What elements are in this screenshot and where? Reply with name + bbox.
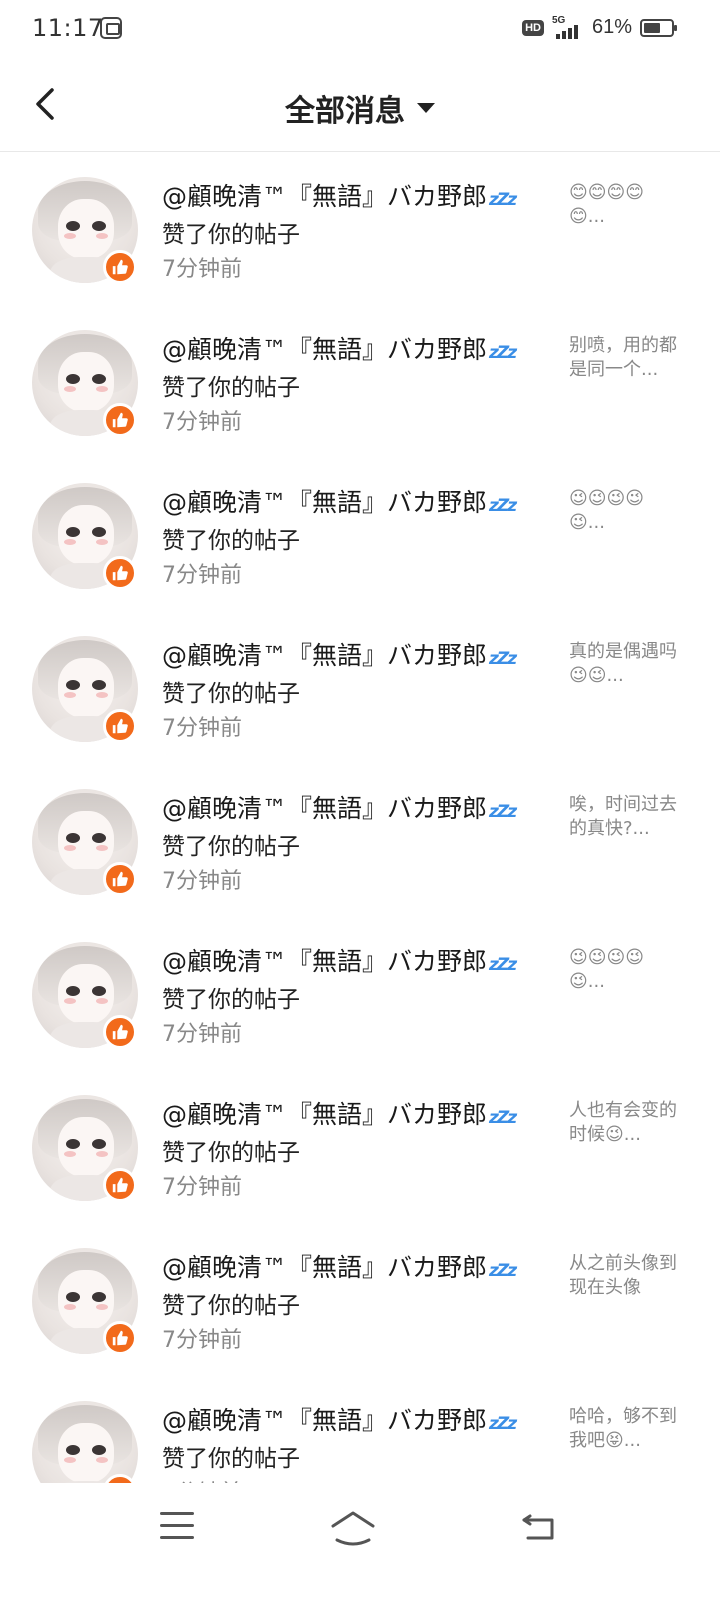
post-preview[interactable]: 别喷，用的都是同一个...	[569, 334, 677, 382]
message-list-item[interactable]: @顧晚清™『無語』バカ野郎zZz 赞了你的帖子 7分钟前 哈哈，够不到我吧😝...	[0, 1377, 720, 1483]
caret-down-icon[interactable]	[417, 103, 435, 113]
status-bar: 11:17 HD 5G 61%	[0, 0, 720, 60]
thumbs-up-icon	[103, 709, 137, 743]
action-text: 赞了你的帖子	[162, 987, 300, 1013]
timestamp: 7分钟前	[162, 1022, 242, 1047]
post-preview[interactable]: 😉😉😉😉😉...	[569, 946, 677, 994]
user-name-text[interactable]: @顧晚清™『無語』バカ野郎	[162, 335, 487, 364]
status-indicators: HD 5G 61%	[522, 15, 677, 39]
signal-icon: 5G	[552, 15, 584, 39]
zzz-icon: zZz	[489, 190, 517, 210]
message-list-item[interactable]: @顧晚清™『無語』バカ野郎 zZz 赞了你的帖子 7分钟前 从之前头像到现在头像	[0, 1224, 720, 1377]
action-text: 赞了你的帖子	[162, 681, 300, 707]
message-list-item[interactable]: @顧晚清™『無語』バカ野郎 zZz 赞了你的帖子 7分钟前 别喷，用的都是同一个...	[0, 306, 720, 459]
user-name-text[interactable]: @顧晚清™『無語』バカ野郎	[162, 182, 487, 211]
zzz-icon: zZz	[489, 802, 517, 822]
post-preview[interactable]: 😉😉😉😉😉...	[569, 487, 677, 535]
user-name-text[interactable]: @顧晚清™『無語』バカ野郎	[162, 947, 487, 976]
timestamp: 7分钟前	[162, 1475, 242, 1483]
post-preview[interactable]: 从之前头像到现在头像	[569, 1252, 677, 1300]
action-text: 赞了你的帖子	[162, 1446, 300, 1472]
thumbs-up-icon	[103, 1321, 137, 1355]
battery-icon	[640, 18, 677, 37]
message-list-item[interactable]: @顧晚清™『無語』バカ野郎 zZz 赞了你的帖子 7分钟前 😉😉😉😉😉...	[0, 918, 720, 1071]
header: 全部消息	[0, 60, 720, 152]
header-title-dropdown[interactable]: 全部消息	[0, 86, 720, 130]
thumbs-up-icon	[103, 862, 137, 896]
post-preview[interactable]: 人也有会变的时候😉...	[569, 1099, 677, 1147]
user-name[interactable]: @顧晚清™『無語』バカ野郎 zZz	[162, 483, 517, 519]
action-text: 赞了你的帖子	[162, 1293, 300, 1319]
timestamp: 7分钟前	[162, 257, 242, 282]
message-list-item[interactable]: @顧晚清™『無語』バカ野郎 zZz 赞了你的帖子 7分钟前 真的是偶遇吗😉😉...	[0, 612, 720, 765]
timestamp: 7分钟前	[162, 1328, 242, 1353]
thumbs-up-icon	[103, 403, 137, 437]
user-name[interactable]: @顧晚清™『無語』バカ野郎 zZz	[162, 177, 517, 213]
timestamp: 7分钟前	[162, 716, 242, 741]
action-text: 赞了你的帖子	[162, 834, 300, 860]
zzz-icon: zZz	[489, 1261, 517, 1281]
zzz-icon: zZz	[489, 496, 517, 516]
back-icon[interactable]	[520, 1510, 558, 1544]
user-name[interactable]: @顧晚清™『無語』バカ野郎 zZz	[162, 942, 517, 978]
home-icon[interactable]	[329, 1508, 377, 1548]
thumbs-up-icon	[103, 1168, 137, 1202]
action-text: 赞了你的帖子	[162, 222, 300, 248]
bottom-navigation-bar	[0, 1484, 720, 1600]
action-text: 赞了你的帖子	[162, 1140, 300, 1166]
zzz-icon: zZz	[489, 955, 517, 975]
user-name[interactable]: @顧晚清™『無語』バカ野郎 zZz	[162, 789, 517, 825]
hd-badge: HD	[522, 19, 544, 36]
user-name[interactable]: @顧晚清™『無語』バカ野郎 zZz	[162, 1401, 517, 1437]
post-preview[interactable]: 哈哈，够不到我吧😝...	[569, 1405, 677, 1453]
timestamp: 7分钟前	[162, 1175, 242, 1200]
status-time: 11:17	[32, 14, 104, 42]
post-preview[interactable]: 唉，时间过去的真快?...	[569, 793, 677, 841]
zzz-icon: zZz	[489, 343, 517, 363]
timestamp: 7分钟前	[162, 563, 242, 588]
thumbs-up-icon	[103, 1015, 137, 1049]
post-preview[interactable]: 😊😊😊😊😊...	[569, 181, 677, 229]
avatar[interactable]	[32, 1401, 138, 1483]
page-title[interactable]: 全部消息	[285, 94, 405, 129]
action-text: 赞了你的帖子	[162, 375, 300, 401]
thumbs-up-icon	[103, 556, 137, 590]
message-list-item[interactable]: @顧晚清™『無語』バカ野郎 zZz 赞了你的帖子 7分钟前 😉😉😉😉😉...	[0, 459, 720, 612]
message-list[interactable]: @顧晚清™『無語』バカ野郎 zZz 赞了你的帖子 7分钟前 😊😊😊😊😊... @顧晚清™『…	[0, 153, 720, 1483]
zzz-icon: zZz	[489, 649, 517, 669]
timestamp: 7分钟前	[162, 869, 242, 894]
screenshot-app-icon	[100, 17, 122, 39]
battery-percent: 61%	[591, 16, 632, 38]
message-list-item[interactable]: @顧晚清™『無語』バカ野郎 zZz 赞了你的帖子 7分钟前 😊😊😊😊😊...	[0, 153, 720, 306]
user-name-text[interactable]: @顧晚清™『無語』バカ野郎	[162, 1253, 487, 1282]
zzz-icon: zZz	[489, 1414, 517, 1434]
user-name-text[interactable]: @顧晚清™『無語』バカ野郎	[162, 794, 487, 823]
timestamp: 7分钟前	[162, 410, 242, 435]
user-name[interactable]: @顧晚清™『無語』バカ野郎 zZz	[162, 636, 517, 672]
action-text: 赞了你的帖子	[162, 528, 300, 554]
user-name[interactable]: @顧晚清™『無語』バカ野郎 zZz	[162, 1095, 517, 1131]
user-name-text[interactable]: @顧晚清™『無語』バカ野郎	[162, 488, 487, 517]
user-name[interactable]: @顧晚清™『無語』バカ野郎 zZz	[162, 330, 517, 366]
thumbs-up-icon	[103, 250, 137, 284]
menu-icon[interactable]	[160, 1512, 194, 1542]
zzz-icon: zZz	[489, 1108, 517, 1128]
message-list-item[interactable]: @顧晚清™『無語』バカ野郎 zZz 赞了你的帖子 7分钟前 人也有会变的时候😉...	[0, 1071, 720, 1224]
user-name-text[interactable]: @顧晚清™『無語』バカ野郎	[162, 641, 487, 670]
message-list-item[interactable]: @顧晚清™『無語』バカ野郎 zZz 赞了你的帖子 7分钟前 唉，时间过去的真快?...	[0, 765, 720, 918]
user-name-text[interactable]: @顧晚清™『無語』バカ野郎	[162, 1100, 487, 1129]
user-name-text[interactable]: @顧晚清™『無語』バカ野郎	[162, 1406, 487, 1435]
post-preview[interactable]: 真的是偶遇吗😉😉...	[569, 640, 677, 688]
user-name[interactable]: @顧晚清™『無語』バカ野郎 zZz	[162, 1248, 517, 1284]
